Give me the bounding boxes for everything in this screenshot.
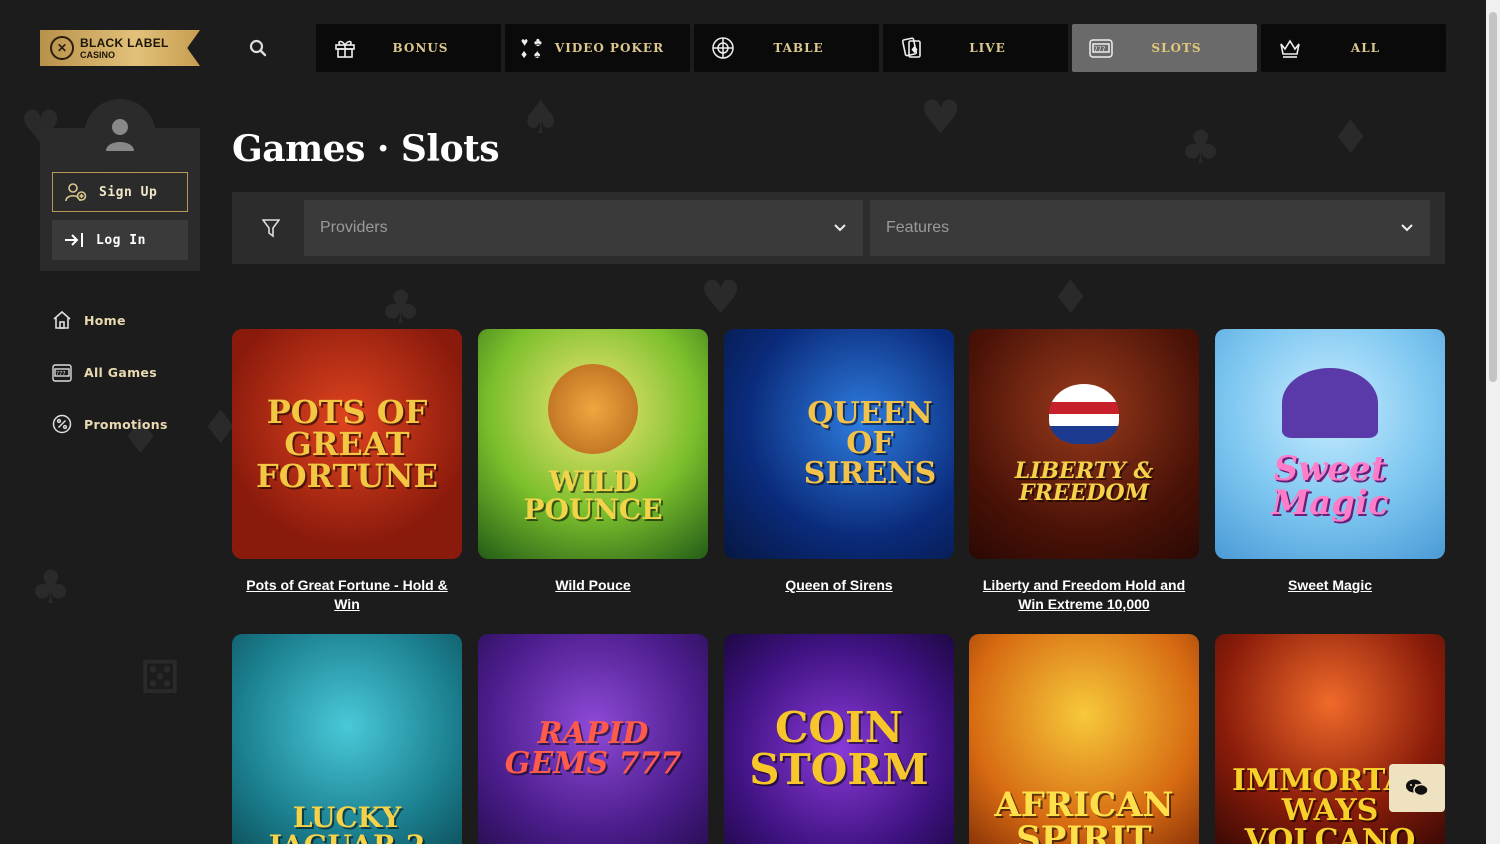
features-placeholder: Features: [886, 219, 950, 236]
page-title: Games · Slots: [232, 128, 500, 170]
game-card-queen-of-sirens[interactable]: QUEEN OF SIRENS Queen of Sirens: [724, 329, 954, 595]
game-thumbnail[interactable]: POTS OF GREAT FORTUNE: [232, 329, 462, 559]
game-thumbnail[interactable]: Sweet Magic: [1215, 329, 1445, 559]
game-card-wild-pouce[interactable]: WILD POUNCE Wild Pouce: [478, 329, 708, 595]
svg-text:777: 777: [1094, 46, 1106, 53]
game-art-title: RAPID GEMS 777: [504, 716, 682, 781]
game-thumbnail[interactable]: WILD POUNCE: [478, 329, 708, 559]
game-thumbnail[interactable]: COIN STORM: [724, 634, 954, 844]
game-thumbnail[interactable]: QUEEN OF SIRENS: [724, 329, 954, 559]
gift-icon: [332, 36, 358, 60]
game-title-link[interactable]: Queen of Sirens: [724, 576, 954, 595]
slot-machine-icon: 777: [52, 364, 72, 382]
sign-up-label: Sign Up: [99, 184, 158, 200]
game-card-sweet-magic[interactable]: Sweet Magic Sweet Magic: [1215, 329, 1445, 595]
scrollbar-thumb[interactable]: [1489, 12, 1497, 382]
tab-all[interactable]: ALL: [1261, 24, 1446, 72]
game-thumbnail[interactable]: LUCKY JAGUAR 2: [232, 634, 462, 844]
percent-badge-icon: [52, 414, 72, 434]
providers-dropdown[interactable]: Providers: [304, 200, 863, 256]
game-thumbnail[interactable]: LIBERTY & FREEDOM: [969, 329, 1199, 559]
tab-live[interactable]: LIVE: [883, 24, 1068, 72]
game-art-title: WILD POUNCE: [523, 465, 663, 526]
game-thumbnail[interactable]: RAPID GEMS 777: [478, 634, 708, 844]
slot-machine-icon: 777: [1088, 36, 1114, 60]
sign-up-button[interactable]: Sign Up: [52, 172, 188, 212]
card-suits-icon: ♥ ♣ ♦ ♠: [521, 34, 542, 61]
brand-subtitle: CASINO: [80, 49, 116, 60]
tab-slots[interactable]: 777 SLOTS: [1072, 24, 1257, 72]
game-card-african-spirit[interactable]: AFRICAN SPIRIT: [969, 634, 1199, 844]
game-card-immortal-ways-volcano[interactable]: IMMORTAL WAYS VOLCANO: [1215, 634, 1445, 844]
game-art-title: LIBERTY & FREEDOM: [1014, 458, 1154, 506]
features-dropdown[interactable]: Features: [870, 200, 1430, 256]
avatar[interactable]: [84, 99, 156, 171]
page-scrollbar[interactable]: [1486, 0, 1500, 844]
game-card-rapid-gems[interactable]: RAPID GEMS 777: [478, 634, 708, 844]
eagle-flag-art: [1049, 384, 1119, 444]
filter-icon[interactable]: [259, 216, 283, 240]
game-card-liberty-and-freedom[interactable]: LIBERTY & FREEDOM Liberty and Freedom Ho…: [969, 329, 1199, 614]
sidebar-item-promotions[interactable]: Promotions: [52, 412, 212, 436]
game-title-link[interactable]: Sweet Magic: [1215, 576, 1445, 595]
add-user-icon: [65, 183, 87, 202]
game-art-title: POTS OF GREAT FORTUNE: [256, 393, 438, 495]
chevron-down-icon: [834, 224, 846, 232]
roulette-icon: [710, 36, 736, 60]
game-art-title: QUEEN OF SIRENS: [803, 396, 937, 491]
sidebar-item-all-games[interactable]: 777 All Games: [52, 360, 212, 384]
log-in-label: Log In: [96, 232, 146, 248]
log-in-button[interactable]: Log In: [52, 220, 188, 260]
category-nav: BONUS ♥ ♣ ♦ ♠ VIDEO POKER TABLE LIVE 777…: [316, 24, 1446, 72]
witch-hat-art: [1282, 368, 1378, 438]
sidebar-item-label: Promotions: [84, 416, 168, 432]
search-button[interactable]: [246, 36, 270, 60]
game-thumbnail[interactable]: IMMORTAL WAYS VOLCANO: [1215, 634, 1445, 844]
game-thumbnail[interactable]: AFRICAN SPIRIT: [969, 634, 1199, 844]
chat-bubbles-icon: [1406, 779, 1429, 797]
home-icon: [53, 310, 71, 329]
tab-video-poker[interactable]: ♥ ♣ ♦ ♠ VIDEO POKER: [505, 24, 690, 72]
sidebar-nav: Home 777 All Games Promotions: [52, 308, 212, 464]
game-title-link[interactable]: Liberty and Freedom Hold and Win Extreme…: [969, 576, 1199, 614]
game-title-link[interactable]: Wild Pouce: [478, 576, 708, 595]
tab-table[interactable]: TABLE: [694, 24, 879, 72]
game-card-coin-storm[interactable]: COIN STORM: [724, 634, 954, 844]
user-icon: [106, 119, 134, 151]
login-arrow-icon: [65, 233, 83, 247]
live-chat-button[interactable]: [1389, 764, 1445, 812]
tab-bonus[interactable]: BONUS: [316, 24, 501, 72]
brand-name: BLACK LABEL: [80, 35, 169, 50]
search-icon: [249, 39, 267, 57]
game-title-link[interactable]: Pots of Great Fortune - Hold & Win: [232, 576, 462, 614]
brand-logo[interactable]: ✕ BLACK LABEL CASINO: [40, 30, 200, 66]
svg-text:777: 777: [56, 371, 66, 377]
chevron-down-icon: [1401, 224, 1413, 232]
casino-chip-icon: ✕: [50, 36, 74, 60]
game-art-title: COIN STORM: [749, 703, 929, 794]
sidebar-item-label: All Games: [84, 364, 157, 380]
game-card-lucky-jaguar-2[interactable]: LUCKY JAGUAR 2: [232, 634, 462, 844]
providers-placeholder: Providers: [320, 219, 388, 236]
game-art-title: AFRICAN SPIRIT: [994, 785, 1174, 844]
sidebar-item-label: Home: [84, 312, 126, 328]
jaguar-art: [548, 364, 638, 454]
game-art-title: Sweet Magic: [1271, 449, 1389, 523]
sidebar-item-home[interactable]: Home: [52, 308, 212, 332]
game-art-title: LUCKY JAGUAR 2: [269, 801, 426, 844]
live-cards-icon: [899, 36, 925, 60]
game-card-pots-of-great-fortune[interactable]: POTS OF GREAT FORTUNE Pots of Great Fort…: [232, 329, 462, 614]
crown-icon: [1277, 36, 1303, 60]
